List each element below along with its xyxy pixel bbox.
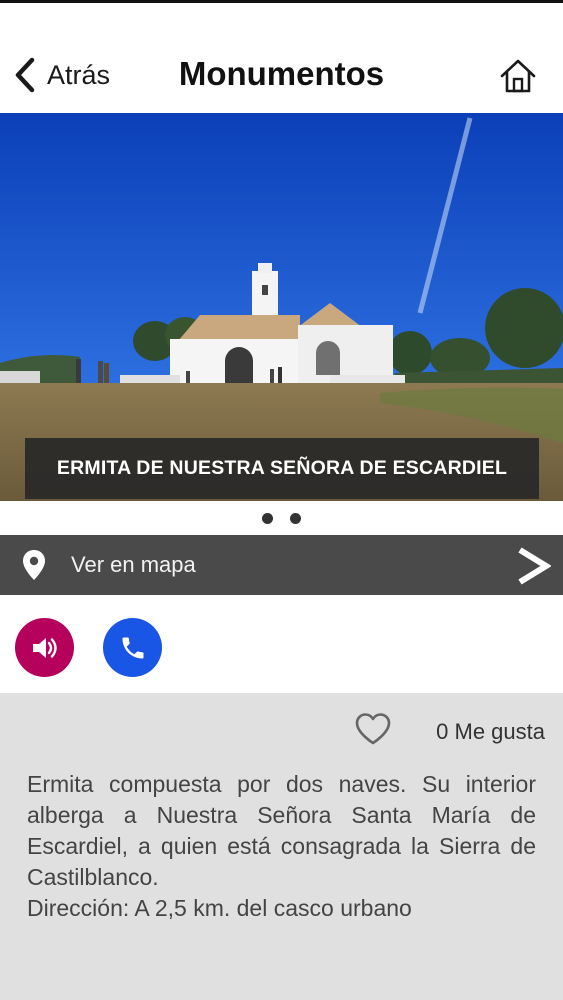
page-title: Monumentos [178, 55, 385, 92]
monument-caption: ERMITA DE NUESTRA SEÑORA DE ESCARDIEL [25, 438, 539, 499]
audio-button[interactable] [15, 618, 74, 677]
home-icon[interactable] [499, 58, 537, 94]
phone-icon [122, 637, 143, 658]
chevron-right-icon [518, 547, 551, 585]
speaker-icon [32, 637, 57, 658]
likes-count: 0 Me gusta [436, 719, 545, 744]
navigation-bar: Atrás Monumentos [0, 3, 563, 113]
location-pin-icon [23, 550, 45, 580]
description-text: Ermita compuesta por dos naves. Su inter… [27, 769, 536, 924]
view-on-map-label: Ver en mapa [71, 552, 196, 577]
description-body: Ermita compuesta por dos naves. Su inter… [27, 771, 536, 890]
description-panel: 0 Me gusta Ermita compuesta por dos nave… [0, 693, 563, 1000]
heart-icon[interactable] [354, 712, 392, 746]
address-text: Dirección: A 2,5 km. del casco urbano [27, 895, 412, 921]
call-button[interactable] [103, 618, 162, 677]
carousel-indicator [0, 501, 563, 535]
view-on-map-button[interactable]: Ver en mapa [0, 535, 563, 595]
monument-name: ERMITA DE NUESTRA SEÑORA DE ESCARDIEL [56, 457, 508, 479]
action-buttons [0, 595, 563, 693]
carousel-dot-1[interactable] [262, 512, 273, 524]
carousel-dot-2[interactable] [290, 512, 301, 524]
